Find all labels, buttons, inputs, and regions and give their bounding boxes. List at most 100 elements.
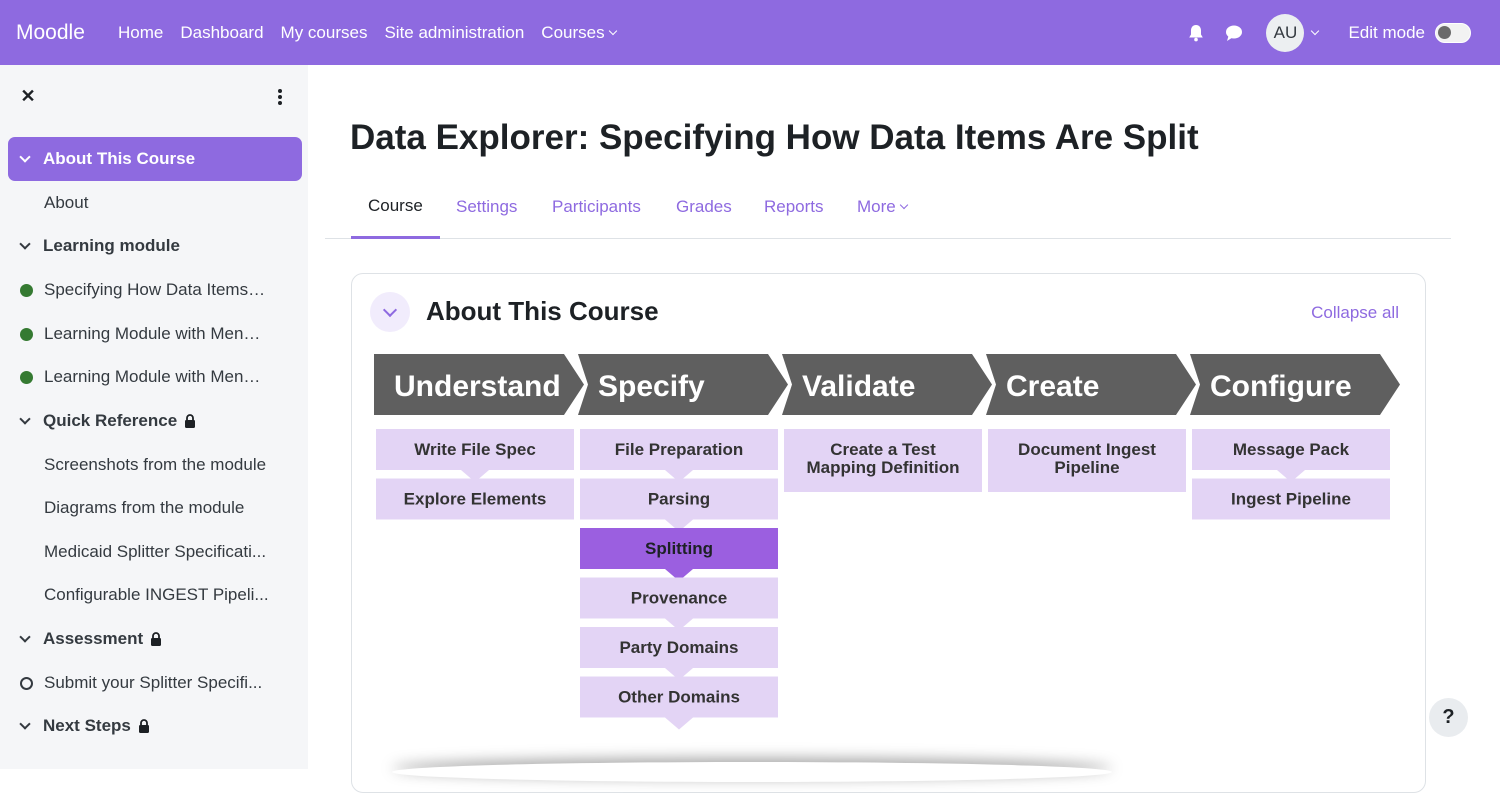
messages-chat-icon[interactable]: [1224, 23, 1244, 43]
section-label: Assessment: [43, 629, 144, 648]
course-index-item-about[interactable]: About: [8, 181, 302, 225]
workflow-step: Party Domains: [580, 627, 778, 680]
user-menu-chevron-icon[interactable]: [1311, 26, 1320, 35]
workflow-step-label: Explore Elements: [404, 490, 547, 509]
section-label: Learning module: [43, 236, 180, 255]
section-title: About This Course: [426, 296, 659, 326]
nav-courses-dropdown[interactable]: Courses: [541, 23, 617, 43]
workflow-step: File Preparation: [580, 429, 778, 482]
tab-grades[interactable]: Grades: [676, 175, 732, 239]
lock-icon: [138, 719, 149, 733]
page-title: Data Explorer: Specifying How Data Items…: [350, 118, 1199, 157]
completion-complete-icon: [20, 370, 33, 384]
chevron-down-icon: [19, 630, 31, 643]
workflow-step: Explore Elements: [376, 478, 574, 520]
tab-settings[interactable]: Settings: [456, 175, 517, 239]
edit-mode-label: Edit mode: [1348, 22, 1425, 42]
edit-mode-toggle[interactable]: [1435, 22, 1471, 43]
chevron-down-icon: [19, 237, 31, 250]
course-index-section-about-this-course[interactable]: About This Course: [8, 137, 302, 181]
stage-label: Understand: [394, 370, 561, 403]
activity-label: Specifying How Data Items ...: [44, 280, 266, 299]
course-index-section-learning-module[interactable]: Learning module: [8, 224, 302, 268]
workflow-step-label: Splitting: [645, 539, 713, 558]
lock-icon: [151, 632, 162, 646]
course-index-activity[interactable]: Learning Module with Menu...: [8, 355, 302, 399]
course-index-item-diagrams[interactable]: Diagrams from the module: [8, 486, 302, 530]
workflow-step-label: Mapping Definition: [807, 458, 960, 477]
course-index-section-next-steps[interactable]: Next Steps: [8, 704, 302, 748]
navbar-user-area: AU Edit mode: [1186, 0, 1500, 65]
course-index-item-medicaid-splitter[interactable]: Medicaid Splitter Specificati...: [8, 530, 302, 574]
course-index-section-assessment[interactable]: Assessment: [8, 617, 302, 661]
nav-site-administration[interactable]: Site administration: [384, 23, 524, 43]
section-label: Quick Reference: [43, 411, 178, 430]
image-shadow: [392, 762, 1112, 782]
site-logo[interactable]: Moodle: [16, 21, 118, 45]
chevron-down-icon: [899, 200, 908, 210]
notifications-bell-icon[interactable]: [1186, 23, 1206, 43]
workflow-step-label: Message Pack: [1233, 440, 1350, 459]
chevron-down-icon: [19, 717, 31, 730]
chevron-down-icon: [382, 302, 398, 317]
course-section-card: About This Course Collapse all Understan…: [351, 273, 1426, 793]
workflow-step-label: Other Domains: [618, 688, 740, 707]
course-index-activity[interactable]: Learning Module with Menu...: [8, 312, 302, 356]
course-index-activity[interactable]: Specifying How Data Items ...: [8, 268, 302, 312]
tab-more[interactable]: More: [857, 175, 908, 239]
workflow-step: Write File Spec: [376, 429, 574, 482]
workflow-step: Document IngestPipeline: [988, 429, 1186, 492]
completion-complete-icon: [20, 327, 33, 341]
collapse-all-link[interactable]: Collapse all: [1311, 303, 1399, 323]
stage-label: Validate: [802, 370, 915, 403]
course-secondary-navigation: Course Settings Participants Grades Repo…: [325, 175, 1451, 239]
tab-reports[interactable]: Reports: [764, 175, 824, 239]
user-avatar[interactable]: AU: [1266, 13, 1305, 52]
workflow-step-label: File Preparation: [615, 440, 743, 459]
workflow-step: Message Pack: [1192, 429, 1390, 482]
workflow-step: Provenance: [580, 577, 778, 631]
workflow-step-label: Provenance: [631, 589, 727, 608]
activity-label: Learning Module with Menu...: [44, 324, 266, 343]
workflow-step-label: Write File Spec: [414, 440, 536, 459]
workflow-step-label: Create a Test: [830, 440, 936, 459]
section-label: About This Course: [43, 149, 196, 168]
top-navbar: Moodle Home Dashboard My courses Site ad…: [0, 0, 1500, 65]
completion-incomplete-icon: [20, 676, 33, 690]
workflow-step-label: Ingest Pipeline: [1231, 490, 1351, 509]
course-index-section-quick-reference[interactable]: Quick Reference: [8, 399, 302, 443]
nav-home[interactable]: Home: [118, 23, 163, 43]
activity-label: Learning Module with Menu...: [44, 367, 266, 386]
activity-label: Submit your Splitter Specifi...: [44, 673, 263, 692]
nav-my-courses[interactable]: My courses: [281, 23, 368, 43]
completion-complete-icon: [20, 283, 33, 297]
chevron-down-icon: [19, 412, 31, 425]
course-index-drawer: ✕ About This Course About Learning modul…: [0, 65, 308, 769]
help-button[interactable]: ?: [1429, 698, 1468, 737]
stage-label: Create: [1006, 370, 1099, 403]
more-options-kebab-icon[interactable]: [274, 87, 286, 107]
lock-icon: [185, 414, 196, 428]
workflow-step-label: Parsing: [648, 490, 710, 509]
course-index-activity[interactable]: Submit your Splitter Specifi...: [8, 661, 302, 705]
primary-navigation: Home Dashboard My courses Site administr…: [118, 23, 633, 43]
tab-more-label: More: [857, 197, 896, 216]
tab-course[interactable]: Course: [351, 175, 440, 239]
course-index-item-screenshots[interactable]: Screenshots from the module: [8, 443, 302, 487]
workflow-step-label: Document Ingest: [1018, 440, 1156, 459]
nav-dashboard[interactable]: Dashboard: [180, 23, 263, 43]
workflow-step: Create a TestMapping Definition: [784, 429, 982, 492]
tab-participants[interactable]: Participants: [552, 175, 641, 239]
stage-label: Specify: [598, 370, 705, 403]
workflow-step: Ingest Pipeline: [1192, 478, 1390, 520]
chevron-down-icon: [608, 26, 617, 35]
workflow-step: Splitting: [580, 528, 778, 581]
workflow-diagram: Understand Write File Spec Explore Element…: [374, 354, 1400, 730]
close-drawer-icon[interactable]: ✕: [19, 87, 37, 105]
workflow-step-label: Pipeline: [1054, 458, 1119, 477]
stage-label: Configure: [1210, 370, 1352, 403]
chevron-down-icon: [19, 150, 31, 163]
section-collapse-toggle[interactable]: [370, 292, 410, 332]
course-index-item-ingest-pipeline[interactable]: Configurable INGEST Pipeli...: [8, 573, 302, 617]
workflow-step-label: Party Domains: [619, 638, 738, 657]
